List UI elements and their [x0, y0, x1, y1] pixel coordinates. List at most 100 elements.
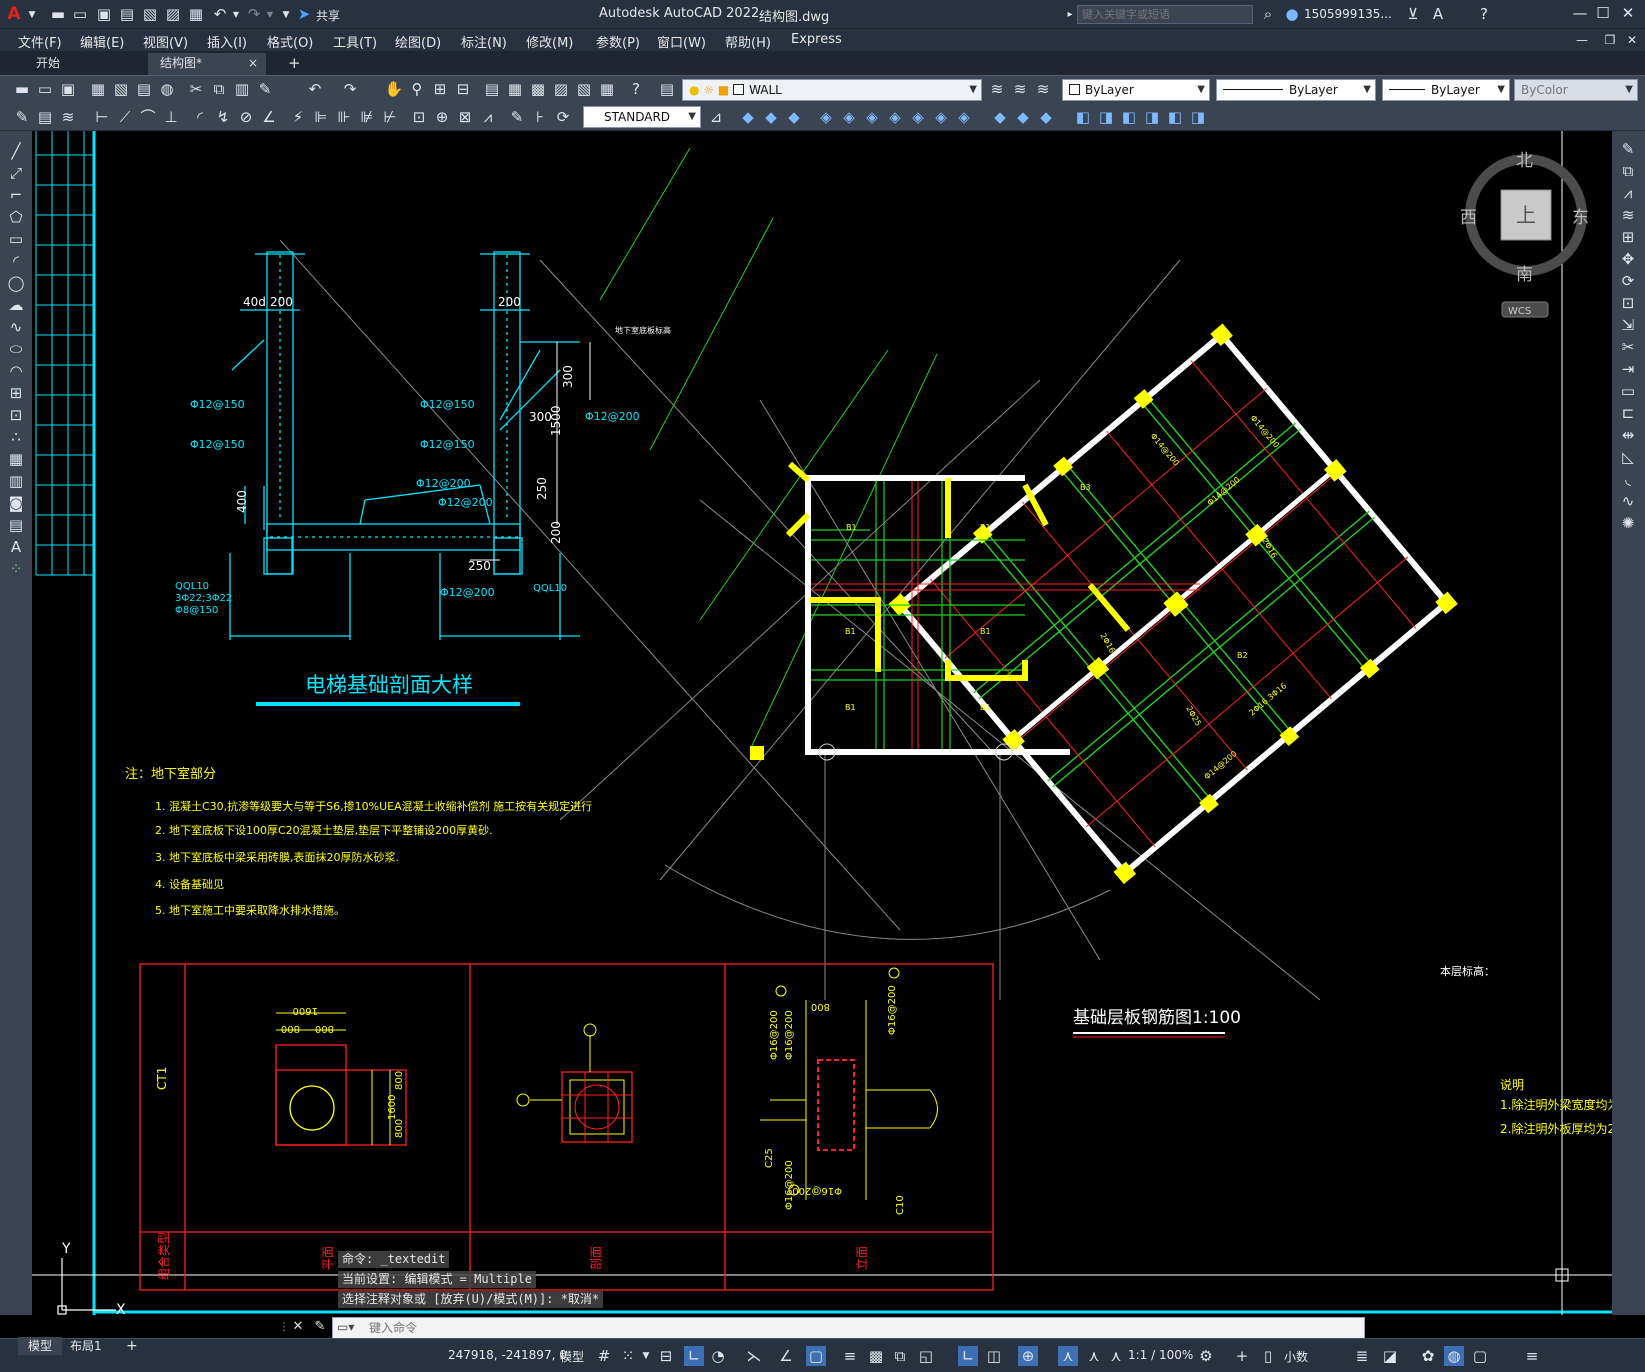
arc-icon[interactable]: ◜ — [6, 251, 26, 271]
cart-icon[interactable]: ⊻ — [1403, 4, 1423, 24]
annotation-monitor-icon[interactable]: + — [1232, 1346, 1252, 1366]
doc-minimize-icon[interactable]: — — [1572, 30, 1592, 50]
command-customize-icon[interactable]: ✎ — [310, 1317, 330, 1337]
fillet-icon[interactable]: ◟ — [1618, 469, 1638, 489]
mtext-draw-icon[interactable]: A — [6, 537, 26, 557]
dim-diameter-icon[interactable]: ⊘ — [236, 107, 256, 127]
menu-express[interactable]: Express — [791, 32, 842, 47]
close-icon[interactable]: ✕ — [1618, 3, 1638, 23]
make-block-icon[interactable]: ⊡ — [6, 405, 26, 425]
spline-icon[interactable]: ∿ — [6, 317, 26, 337]
table-icon[interactable]: ▤ — [6, 515, 26, 535]
lineweight-icon[interactable]: ≡ — [840, 1346, 860, 1366]
save-as-icon[interactable]: ▤ — [117, 4, 137, 24]
blend-icon[interactable]: ∿ — [1618, 491, 1638, 511]
copy-modify-icon[interactable]: ⧉ — [1618, 161, 1638, 181]
polar-icon[interactable]: ◔ — [708, 1346, 728, 1366]
erase-icon[interactable]: ✎ — [1618, 139, 1638, 159]
tab-close-icon[interactable]: × — [248, 53, 258, 73]
drawing-svg[interactable]: 40d 200 200 Φ12@150 Φ12@150 Φ12@150 Φ12@… — [32, 131, 1612, 1315]
model-space-toggle[interactable]: 模型 — [560, 1348, 584, 1365]
break-point-icon[interactable]: ▭ — [1618, 381, 1638, 401]
menu-insert[interactable]: 插入(I) — [207, 32, 247, 51]
dim-ordinate-icon[interactable]: ⊥ — [161, 107, 181, 127]
help-icon[interactable]: ? — [1474, 4, 1494, 24]
fly-icon[interactable]: ◈ — [931, 107, 951, 127]
rectangle-icon[interactable]: ▭ — [6, 229, 26, 249]
isolate-objects-icon[interactable]: ✿ — [1418, 1346, 1438, 1366]
ellipse-arc-icon[interactable]: ◠ — [6, 361, 26, 381]
help-toolbar-icon[interactable]: ? — [626, 79, 646, 99]
box-icon[interactable]: ◆ — [990, 107, 1010, 127]
tab-drawing[interactable]: 结构图* × — [148, 53, 266, 75]
command-input-box[interactable]: ▭▾ — [332, 1317, 1365, 1339]
dim-aligned-icon[interactable]: ⟋ — [115, 107, 135, 127]
wedge-icon[interactable]: ◆ — [1013, 107, 1033, 127]
menu-draw[interactable]: 绘图(D) — [395, 32, 441, 51]
line-icon[interactable]: ╱ — [6, 141, 26, 161]
share-button[interactable]: 共享 — [316, 7, 340, 24]
new-tab-button[interactable]: + — [276, 53, 313, 75]
calculator-icon[interactable]: ▦ — [597, 79, 617, 99]
underlay-icon[interactable]: ◧ — [1165, 107, 1185, 127]
redo-toolbar-icon[interactable]: ↷ — [340, 79, 360, 99]
dim-text-edit-icon[interactable]: ⊦ — [530, 107, 550, 127]
globe-icon[interactable]: ◍ — [157, 79, 177, 99]
join-icon[interactable]: ⇹ — [1618, 425, 1638, 445]
viewcube-east[interactable]: 东 — [1572, 208, 1589, 228]
mirror-icon[interactable]: ⩘ — [1618, 183, 1638, 203]
point-icon[interactable]: ∴ — [6, 427, 26, 447]
array-icon[interactable]: ⊞ — [1618, 227, 1638, 247]
dim-space-icon[interactable]: ⊯ — [357, 107, 377, 127]
wcs-menu[interactable]: WCS — [1508, 306, 1531, 317]
snap-icon[interactable]: ⁙ — [618, 1346, 638, 1366]
gradient-icon[interactable]: ▥ — [6, 471, 26, 491]
cone-icon[interactable]: ◆ — [1036, 107, 1056, 127]
a360-icon[interactable]: A — [1428, 4, 1448, 24]
publish-icon[interactable]: ▤ — [134, 79, 154, 99]
dimstyle-select[interactable]: STANDARD ▼ — [583, 106, 701, 128]
construction-line-icon[interactable]: ⤢ — [6, 163, 26, 183]
units-value[interactable]: 小数 — [1284, 1348, 1308, 1365]
isodraft-icon[interactable]: ⋋ — [744, 1346, 764, 1366]
menu-dimension[interactable]: 标注(N) — [461, 32, 507, 51]
user-name[interactable]: 1505999135... — [1304, 7, 1392, 21]
dim-radius-icon[interactable]: ◜ — [190, 107, 210, 127]
jogged-linear-icon[interactable]: ⩘ — [478, 107, 498, 127]
osnap-icon[interactable]: ▢ — [806, 1346, 826, 1366]
walk-icon[interactable]: ◈ — [908, 107, 928, 127]
gizmo-icon[interactable]: ⊕ — [1018, 1346, 1038, 1366]
menu-edit[interactable]: 编辑(E) — [80, 32, 124, 51]
layout-tab-add[interactable]: + — [126, 1337, 138, 1355]
insert-block-draw-icon[interactable]: ⊞ — [6, 383, 26, 403]
dim-arc-icon[interactable]: ⌒ — [138, 107, 158, 127]
trim-icon[interactable]: ✂ — [1618, 337, 1638, 357]
dim-jogged-icon[interactable]: ↯ — [213, 107, 233, 127]
menu-file[interactable]: 文件(F) — [18, 32, 62, 51]
raster-icon[interactable]: ◨ — [1188, 107, 1208, 127]
region-icon[interactable]: ◙ — [6, 493, 26, 513]
command-prompt-icon[interactable]: ▭▾ — [337, 1320, 354, 1334]
revcloud-icon[interactable]: ☁ — [6, 295, 26, 315]
ortho-icon[interactable]: ∟ — [684, 1346, 704, 1366]
pan-icon[interactable]: ✋ — [384, 79, 404, 99]
ellipse-icon[interactable]: ⬭ — [6, 339, 26, 359]
cont-orbit-icon[interactable]: ◈ — [862, 107, 882, 127]
explode-icon[interactable]: ✺ — [1618, 513, 1638, 533]
inspection-icon[interactable]: ⊠ — [455, 107, 475, 127]
scale-icon[interactable]: ⊡ — [1618, 293, 1638, 313]
break-icon[interactable]: ⊏ — [1618, 403, 1638, 423]
layout-tab-layout1[interactable]: 布局1 — [70, 1337, 102, 1355]
grid-icon[interactable]: # — [594, 1346, 614, 1366]
dynamic-ucs-icon[interactable]: ∟ — [958, 1346, 978, 1366]
polygon-icon[interactable]: ⬠ — [6, 207, 26, 227]
dim-style-manager-icon[interactable]: ⊿ — [706, 107, 726, 127]
units-icon[interactable]: ▯ — [1258, 1346, 1278, 1366]
clean-screen-icon[interactable]: ▢ — [1470, 1346, 1490, 1366]
menu-help[interactable]: 帮助(H) — [725, 32, 771, 51]
mtext-icon[interactable]: ▤ — [35, 107, 55, 127]
extend-icon[interactable]: ⇥ — [1618, 359, 1638, 379]
coordinates-readout[interactable]: 247918, -241897, 0 — [448, 1348, 567, 1362]
drawing-canvas[interactable]: 40d 200 200 Φ12@150 Φ12@150 Φ12@150 Φ12@… — [32, 131, 1612, 1315]
undo-toolbar-icon[interactable]: ↶ — [305, 79, 325, 99]
